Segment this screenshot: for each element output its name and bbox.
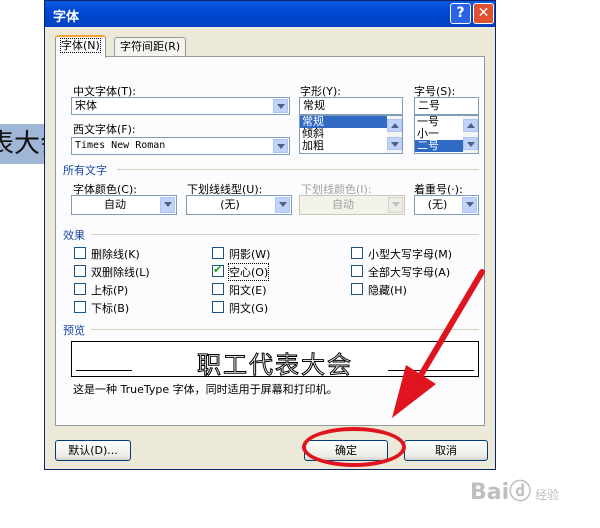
emphasis-mark-value: (无) — [427, 198, 448, 211]
small-caps-label[interactable]: 小型大写字母(M) — [368, 246, 452, 262]
font-size-list[interactable]: 一号 小一 二号 — [414, 115, 479, 154]
western-font-select[interactable]: Times New Roman — [71, 137, 290, 155]
scrollbar[interactable] — [463, 116, 478, 153]
annotation-circle — [302, 427, 406, 467]
emphasis-mark-select[interactable]: (无) — [414, 195, 479, 215]
western-font-value: Times New Roman — [75, 140, 166, 151]
tab-character-spacing-label: 字符间距(R) — [120, 40, 181, 53]
font-color-value: 自动 — [104, 198, 126, 211]
all-text-section-label: 所有文字 — [63, 164, 107, 177]
scroll-up-icon[interactable] — [387, 119, 402, 132]
font-style-list[interactable]: 常规 倾斜 加粗 — [299, 115, 403, 154]
superscript-label[interactable]: 上标(P) — [91, 282, 128, 298]
document-background-text: 表大会 — [0, 124, 44, 164]
all-caps-label[interactable]: 全部大写字母(A) — [368, 264, 450, 280]
font-size-input[interactable]: 二号 — [414, 97, 479, 115]
chinese-font-select[interactable]: 宋体 — [71, 97, 290, 115]
scroll-down-icon[interactable] — [387, 137, 402, 150]
strikethrough-checkbox[interactable] — [74, 247, 86, 259]
scroll-up-icon[interactable] — [463, 119, 478, 132]
help-button[interactable]: ? — [450, 3, 471, 24]
tab-character-spacing[interactable]: 字符间距(R) — [114, 37, 187, 56]
font-size-value: 二号 — [418, 99, 440, 112]
section-divider — [117, 169, 479, 170]
section-divider — [91, 329, 479, 330]
title-bar[interactable]: 字体 ? ✕ — [45, 1, 495, 27]
chevron-down-icon[interactable] — [275, 197, 290, 213]
font-color-select[interactable]: 自动 — [71, 195, 177, 215]
chevron-down-icon — [388, 197, 403, 213]
watermark: Baiⓓ 经验 — [470, 474, 559, 506]
double-strikethrough-checkbox[interactable] — [74, 265, 86, 277]
font-style-value: 常规 — [303, 99, 325, 112]
watermark-sub-text: 经验 — [535, 488, 560, 502]
watermark-logo-text: Baiⓓ — [470, 480, 532, 505]
tab-font-label: 字体(N) — [60, 38, 101, 53]
dialog-title: 字体 — [53, 10, 80, 25]
scrollbar[interactable] — [387, 116, 402, 153]
small-caps-checkbox[interactable] — [351, 247, 363, 259]
emboss-checkbox[interactable] — [212, 283, 224, 295]
font-style-input[interactable]: 常规 — [299, 97, 403, 115]
chevron-down-icon[interactable] — [273, 139, 288, 153]
font-dialog: 字体 ? ✕ 字体(N) 字符间距(R) 中文字体(T): 宋体 西文字体(F)… — [44, 0, 496, 470]
scroll-down-icon[interactable] — [463, 137, 478, 150]
effects-section-label: 效果 — [63, 229, 85, 242]
shadow-checkbox[interactable] — [212, 247, 224, 259]
chinese-font-value: 宋体 — [75, 99, 97, 112]
section-divider — [91, 234, 479, 235]
emboss-label[interactable]: 阳文(E) — [229, 282, 267, 298]
hidden-checkbox[interactable] — [351, 283, 363, 295]
tab-font[interactable]: 字体(N) — [55, 35, 106, 58]
western-font-label: 西文字体(F): — [73, 123, 136, 136]
close-icon: ✕ — [477, 5, 490, 21]
cancel-button[interactable]: 取消 — [404, 440, 488, 461]
engrave-label[interactable]: 阴文(G) — [229, 300, 268, 316]
default-button[interactable]: 默认(D)... — [55, 440, 131, 461]
superscript-checkbox[interactable] — [74, 283, 86, 295]
engrave-checkbox[interactable] — [212, 301, 224, 313]
close-button[interactable]: ✕ — [473, 3, 494, 24]
chevron-down-icon[interactable] — [273, 99, 288, 113]
underline-style-select[interactable]: (无) — [186, 195, 292, 215]
underline-style-value: (无) — [220, 198, 240, 211]
help-icon: ? — [456, 5, 465, 21]
chevron-down-icon[interactable] — [160, 197, 175, 213]
chevron-down-icon[interactable] — [462, 197, 477, 213]
all-caps-checkbox[interactable] — [351, 265, 363, 277]
double-strikethrough-label[interactable]: 双删除线(L) — [91, 264, 150, 280]
preview-section-label: 预览 — [63, 324, 85, 337]
subscript-checkbox[interactable] — [74, 301, 86, 313]
preview-note: 这是一种 TrueType 字体，同时适用于屏幕和打印机。 — [73, 383, 338, 396]
outline-checkbox[interactable] — [212, 263, 224, 277]
underline-color-value: 自动 — [332, 198, 354, 211]
outline-label[interactable]: 空心(O) — [227, 263, 270, 281]
preview-sample-text: 职工代表大会 — [197, 351, 353, 380]
subscript-label[interactable]: 下标(B) — [91, 300, 129, 316]
underline-color-select: 自动 — [299, 195, 405, 215]
strikethrough-label[interactable]: 删除线(K) — [91, 246, 140, 262]
hidden-label[interactable]: 隐藏(H) — [368, 282, 407, 298]
preview-box: 职工代表大会 — [71, 341, 479, 380]
shadow-label[interactable]: 阴影(W) — [229, 246, 270, 262]
